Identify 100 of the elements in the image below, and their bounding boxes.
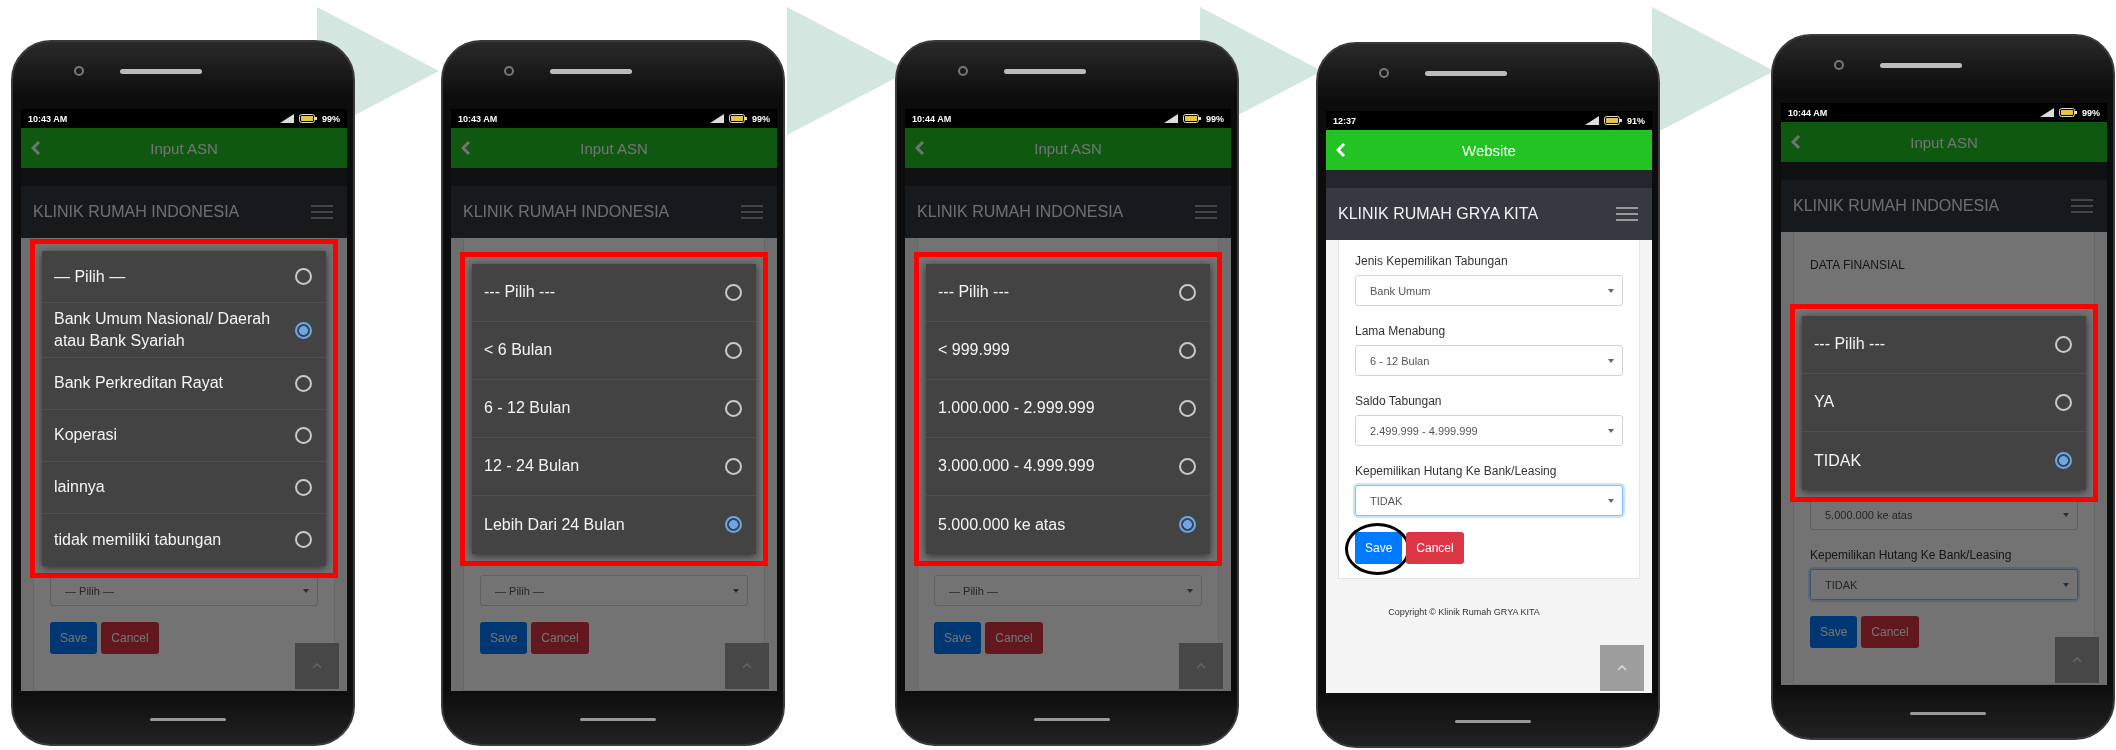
select-field[interactable]: 2.499.999 - 4.999.999 [1355,415,1623,446]
chevron-up-icon [312,663,322,669]
select-field[interactable]: TIDAK [1355,485,1623,516]
caret-icon [1608,358,1614,363]
app-title: Input ASN [1034,139,1102,157]
radio-button[interactable] [1179,341,1196,359]
radio-button[interactable] [725,341,742,359]
chevron-up-icon [1617,665,1627,671]
app-title: Input ASN [1910,133,1978,151]
field-label: Kepemilikan Hutang Ke Bank/Leasing [1355,464,1558,478]
option-label: 12 - 24 Bulan [484,456,580,477]
option-item[interactable]: 1.000.000 - 2.999.999 [926,379,1210,438]
app-title: Input ASN [150,139,218,157]
radio-button[interactable] [295,426,312,444]
radio-button[interactable] [1179,457,1196,475]
option-label: --- Pilih --- [1814,334,1886,355]
camera-icon [1834,60,1844,70]
option-label: Lebih Dari 24 Bulan [484,514,625,535]
radio-button[interactable] [725,399,742,417]
app-title: Website [1462,141,1516,159]
save-button[interactable]: Save [1355,532,1403,564]
radio-button[interactable] [295,531,312,549]
option-item[interactable]: Lebih Dari 24 Bulan [472,495,756,554]
caret-icon [1187,588,1193,593]
option-label: 3.000.000 - 4.999.999 [938,456,1095,477]
option-label: --- Pilih --- [484,282,556,303]
battery-icon [1604,116,1622,125]
status-time: 10:43 AM [458,113,499,124]
select-field[interactable]: 6 - 12 Bulan [1355,345,1623,376]
copyright-text: Copyright © Klinik Rumah GRYA KITA [1388,607,1540,617]
battery-percent: 99% [1206,113,1224,124]
option-item[interactable]: 6 - 12 Bulan [472,379,756,438]
battery-percent: 99% [2082,107,2100,118]
radio-button[interactable] [2055,335,2072,353]
option-label: --- Pilih --- [938,282,1010,303]
signal-icon [280,114,294,123]
battery-percent: 91% [1627,115,1645,126]
option-item[interactable]: — Pilih — [42,251,326,304]
option-item[interactable]: < 999.999 [926,321,1210,380]
option-item[interactable]: --- Pilih --- [926,263,1210,322]
option-item[interactable]: --- Pilih --- [472,263,756,322]
menu-icon[interactable] [1616,206,1638,222]
caret-icon [1608,428,1614,433]
camera-icon [958,66,968,76]
battery-percent: 99% [752,113,770,124]
radio-button[interactable] [295,268,312,286]
field-label: Jenis Kepemilikan Tabungan [1355,254,1509,268]
app-title: Input ASN [580,139,648,157]
option-label: lainnya [54,477,105,498]
site-title: KLINIK RUMAH INDONESIA [917,203,1124,221]
option-label: TIDAK [1814,450,1862,471]
caret-icon [1608,498,1614,503]
option-label: Koperasi [54,425,118,446]
radio-button[interactable] [2055,452,2072,469]
option-item[interactable]: YA [1802,373,2086,432]
option-label: Bank Umum Nasional/ Daerah atau Bank Syariah [54,309,272,351]
option-item[interactable]: 12 - 24 Bulan [472,437,756,496]
section-heading: DATA FINANSIAL [1810,258,1906,272]
radio-button[interactable] [1179,516,1196,533]
option-item[interactable]: lainnya [42,461,326,514]
option-item[interactable]: 3.000.000 - 4.999.999 [926,437,1210,496]
option-label: — Pilih — [54,267,126,288]
radio-button[interactable] [295,321,312,339]
option-item[interactable]: 5.000.000 ke atas [926,495,1210,554]
back-icon[interactable] [1336,142,1346,158]
option-item[interactable]: tidak memiliki tabungan [42,513,326,566]
radio-button[interactable] [725,457,742,475]
option-item[interactable]: Bank Umum Nasional/ Daerah atau Bank Syariah [42,303,326,358]
radio-button[interactable] [295,374,312,392]
signal-icon [1164,114,1178,123]
radio-button[interactable] [1179,283,1196,301]
chevron-up-icon [742,663,752,669]
camera-icon [74,66,84,76]
option-label: Bank Perkreditan Rayat [54,373,223,394]
battery-icon [1183,114,1201,123]
select-field[interactable]: Bank Umum [1355,275,1623,306]
option-item[interactable]: < 6 Bulan [472,321,756,380]
option-item[interactable]: TIDAK [1802,431,2086,490]
status-time: 10:44 AM [912,113,953,124]
battery-percent: 99% [322,113,340,124]
option-label: tidak memiliki tabungan [54,529,222,550]
radio-button[interactable] [725,516,742,533]
camera-icon [504,66,514,76]
option-item[interactable]: Bank Perkreditan Rayat [42,357,326,410]
radio-button[interactable] [295,478,312,496]
site-title: KLINIK RUMAH INDONESIA [1793,197,2000,215]
radio-button[interactable] [2055,393,2072,411]
radio-button[interactable] [725,283,742,301]
option-item[interactable]: --- Pilih --- [1802,315,2086,374]
option-label: 6 - 12 Bulan [484,398,571,419]
field-label: Lama Menabung [1355,324,1447,338]
radio-button[interactable] [1179,399,1196,417]
chevron-up-icon [1196,663,1206,669]
caret-icon [303,588,309,593]
site-title: KLINIK RUMAH INDONESIA [33,203,240,221]
cancel-button[interactable]: Cancel [1406,532,1464,564]
site-title: KLINIK RUMAH GRYA KITA [1338,205,1539,223]
caret-icon [2063,582,2069,587]
site-title: KLINIK RUMAH INDONESIA [463,203,670,221]
option-item[interactable]: Koperasi [42,409,326,462]
